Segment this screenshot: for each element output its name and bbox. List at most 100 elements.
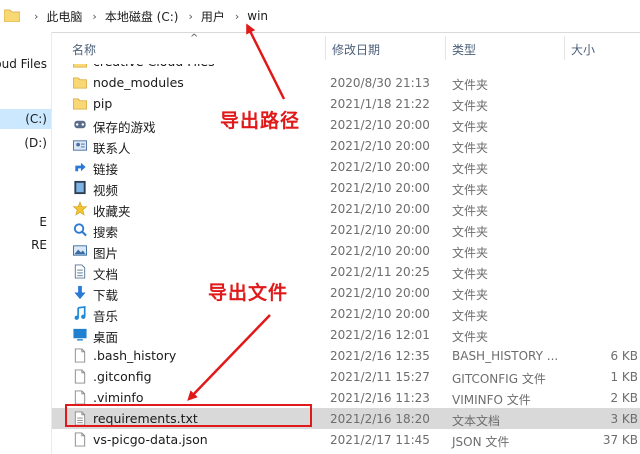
videos-icon bbox=[74, 180, 86, 195]
file-date: 2021/2/10 20:00 bbox=[330, 244, 430, 258]
highlight-box bbox=[65, 404, 312, 427]
navigation-pane: oud Files (C:) (D:) E RE bbox=[0, 32, 52, 454]
column-header-date[interactable]: 修改日期 bbox=[332, 41, 380, 58]
file-row[interactable]: .bash_history 2021/2/16 12:35 BASH_HISTORY… bbox=[52, 345, 640, 366]
file-name: 文档 bbox=[93, 267, 119, 282]
file-date: 2020/8/30 21:13 bbox=[330, 76, 430, 90]
file-name: 音乐 bbox=[93, 309, 119, 324]
file-date: 2021/2/10 20:00 bbox=[330, 223, 430, 237]
file-row[interactable]: creative Cloud Files bbox=[52, 64, 640, 72]
file-name: .bash_history bbox=[93, 348, 177, 363]
file-icon bbox=[74, 390, 86, 405]
file-date: 2021/2/10 20:00 bbox=[330, 160, 430, 174]
chevron-right-icon: › bbox=[234, 9, 240, 23]
breadcrumb-item[interactable]: win bbox=[247, 9, 268, 23]
nav-item-drive-d[interactable]: (D:) bbox=[0, 133, 51, 153]
file-type: 文件夹 bbox=[452, 309, 489, 323]
file-type: 文件夹 bbox=[452, 99, 489, 113]
favorites-icon bbox=[72, 201, 88, 216]
saved-games-icon bbox=[74, 120, 86, 129]
file-date: 2021/2/10 20:00 bbox=[330, 307, 430, 321]
file-type: JSON 文件 bbox=[452, 435, 510, 449]
file-name: 桌面 bbox=[93, 330, 119, 345]
file-date: 2021/2/16 12:01 bbox=[330, 328, 430, 342]
file-type: 文件夹 bbox=[452, 204, 489, 218]
file-date: 2021/2/16 18:20 bbox=[330, 412, 430, 426]
file-name: pip bbox=[93, 96, 113, 111]
file-row[interactable]: 文档 2021/2/11 20:25 文件夹 bbox=[52, 261, 640, 282]
file-row[interactable]: 视频 2021/2/10 20:00 文件夹 bbox=[52, 177, 640, 198]
file-type: GITCONFIG 文件 bbox=[452, 372, 546, 386]
file-row[interactable]: 音乐 2021/2/10 20:00 文件夹 bbox=[52, 303, 640, 324]
file-date: 2021/2/11 15:27 bbox=[330, 370, 430, 384]
file-row[interactable]: 图片 2021/2/10 20:00 文件夹 bbox=[52, 240, 640, 261]
breadcrumb: › 此电脑 › 本地磁盘 (C:) › 用户 › win bbox=[24, 0, 268, 32]
sort-up-icon: ^ bbox=[190, 33, 199, 44]
nav-item-label: (C:) bbox=[25, 112, 47, 126]
nav-item-e[interactable]: E bbox=[0, 212, 51, 232]
file-row[interactable]: vs-picgo-data.json 2021/2/17 11:45 JSON 文件… bbox=[52, 429, 640, 450]
nav-item-label: RE bbox=[31, 238, 47, 252]
file-type: 文件夹 bbox=[452, 120, 489, 134]
file-size: 37 KB bbox=[602, 433, 638, 447]
column-header-size[interactable]: 大小 bbox=[571, 41, 595, 58]
file-type: BASH_HISTORY ... bbox=[452, 349, 559, 363]
file-name: 视频 bbox=[93, 183, 119, 198]
address-bar[interactable]: › 此电脑 › 本地磁盘 (C:) › 用户 › win bbox=[0, 0, 640, 33]
column-divider[interactable] bbox=[325, 36, 326, 60]
file-size: 3 KB bbox=[610, 412, 638, 426]
file-row[interactable]: node_modules 2020/8/30 21:13 文件夹 bbox=[52, 72, 640, 93]
file-type: 文件夹 bbox=[452, 246, 489, 260]
file-rows: creative Cloud Files node_modules 2020/8/3… bbox=[52, 64, 640, 454]
file-icon bbox=[74, 432, 86, 447]
file-name: 保存的游戏 bbox=[93, 120, 156, 135]
desktop-icon bbox=[73, 328, 87, 341]
file-type: 文件夹 bbox=[452, 330, 489, 344]
file-name: creative Cloud Files bbox=[93, 64, 215, 69]
folder-icon bbox=[73, 64, 87, 68]
file-date: 2021/2/10 20:00 bbox=[330, 202, 430, 216]
file-type: 文件夹 bbox=[452, 162, 489, 176]
file-type: 文件夹 bbox=[452, 78, 489, 92]
file-row[interactable]: 链接 2021/2/10 20:00 文件夹 bbox=[52, 156, 640, 177]
file-row[interactable]: 保存的游戏 2021/2/10 20:00 文件夹 bbox=[52, 114, 640, 135]
file-name: .viminfo bbox=[93, 390, 144, 405]
file-name: node_modules bbox=[93, 75, 184, 90]
file-row[interactable]: 收藏夹 2021/2/10 20:00 文件夹 bbox=[52, 198, 640, 219]
column-divider[interactable] bbox=[564, 36, 565, 60]
nav-item-label: oud Files bbox=[0, 57, 47, 71]
column-header-name[interactable]: 名称 bbox=[72, 41, 96, 58]
file-size: 1 KB bbox=[610, 370, 638, 384]
file-date: 2021/2/10 20:00 bbox=[330, 118, 430, 132]
file-row[interactable]: 搜索 2021/2/10 20:00 文件夹 bbox=[52, 219, 640, 240]
column-header-row: ^ 名称 修改日期 类型 大小 bbox=[52, 32, 640, 64]
documents-icon bbox=[74, 264, 86, 279]
music-icon bbox=[74, 306, 86, 320]
nav-item-re[interactable]: RE bbox=[0, 235, 51, 255]
nav-item-drive-c[interactable]: (C:) bbox=[0, 109, 51, 129]
file-type: VIMINFO 文件 bbox=[452, 393, 531, 407]
file-row[interactable]: pip 2021/1/18 21:22 文件夹 bbox=[52, 93, 640, 114]
nav-item-cloud-files[interactable]: oud Files bbox=[0, 54, 51, 74]
folder-icon bbox=[73, 98, 87, 110]
file-name: vs-picgo-data.json bbox=[93, 432, 208, 447]
column-header-type[interactable]: 类型 bbox=[452, 41, 476, 58]
file-name: 链接 bbox=[93, 162, 119, 177]
file-name: 搜索 bbox=[93, 225, 119, 240]
breadcrumb-item[interactable]: 此电脑 bbox=[46, 8, 82, 25]
file-type: 文件夹 bbox=[452, 183, 489, 197]
breadcrumb-item[interactable]: 本地磁盘 (C:) bbox=[105, 8, 179, 25]
nav-item-label: (D:) bbox=[24, 136, 47, 150]
chevron-right-icon: › bbox=[188, 9, 193, 23]
file-icon bbox=[74, 369, 86, 384]
annotation-export-file: 导出文件 bbox=[208, 282, 289, 304]
breadcrumb-item[interactable]: 用户 bbox=[201, 8, 225, 25]
file-date: 2021/2/10 20:00 bbox=[330, 181, 430, 195]
file-date: 2021/2/10 20:00 bbox=[330, 139, 430, 153]
file-row[interactable]: 下载 2021/2/10 20:00 文件夹 bbox=[52, 282, 640, 303]
file-row[interactable]: .gitconfig 2021/2/11 15:27 GITCONFIG 文件 1 K… bbox=[52, 366, 640, 387]
column-divider[interactable] bbox=[445, 36, 446, 60]
file-row[interactable]: 联系人 2021/2/10 20:00 文件夹 bbox=[52, 135, 640, 156]
file-row[interactable]: 桌面 2021/2/16 12:01 文件夹 bbox=[52, 324, 640, 345]
file-type: 文件夹 bbox=[452, 141, 489, 155]
